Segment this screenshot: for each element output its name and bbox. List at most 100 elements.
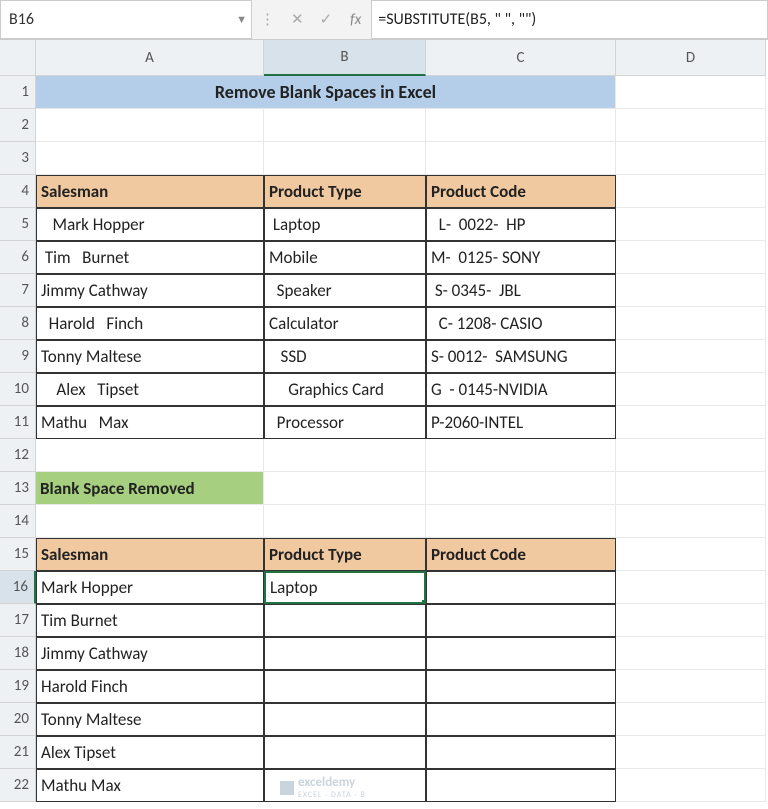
- table-cell[interactable]: Tonny Maltese: [36, 340, 264, 373]
- cell[interactable]: [616, 439, 766, 472]
- row-header[interactable]: 2: [0, 109, 36, 142]
- table-cell[interactable]: Mobile: [264, 241, 426, 274]
- cell[interactable]: [616, 637, 766, 670]
- cell[interactable]: [616, 307, 766, 340]
- table-cell[interactable]: S- 0345- JBL: [426, 274, 616, 307]
- table-cell[interactable]: [426, 670, 616, 703]
- table2-header[interactable]: Product Type: [264, 538, 426, 571]
- cell[interactable]: [616, 373, 766, 406]
- table-cell[interactable]: Tim Burnet: [36, 604, 264, 637]
- cell[interactable]: [616, 175, 766, 208]
- fill-handle[interactable]: [421, 599, 426, 604]
- table-cell[interactable]: Alex Tipset: [36, 373, 264, 406]
- row-header[interactable]: 5: [0, 208, 36, 241]
- table-cell[interactable]: [264, 703, 426, 736]
- cell[interactable]: [36, 439, 264, 472]
- cell[interactable]: [616, 109, 766, 142]
- table-cell[interactable]: S- 0012- SAMSUNG: [426, 340, 616, 373]
- cell[interactable]: [264, 505, 426, 538]
- table-cell[interactable]: Harold Finch: [36, 307, 264, 340]
- name-box[interactable]: B16 ▼: [0, 0, 252, 39]
- row-header[interactable]: 6: [0, 241, 36, 274]
- fx-icon[interactable]: fx: [340, 11, 371, 29]
- row-header[interactable]: 10: [0, 373, 36, 406]
- row-header[interactable]: 4: [0, 175, 36, 208]
- cell[interactable]: [616, 670, 766, 703]
- table-cell[interactable]: [264, 637, 426, 670]
- table-cell[interactable]: Tonny Maltese: [36, 703, 264, 736]
- col-header-D[interactable]: D: [616, 40, 766, 76]
- cell[interactable]: [264, 439, 426, 472]
- title-cell[interactable]: Remove Blank Spaces in Excel: [36, 76, 616, 109]
- cell[interactable]: [264, 142, 426, 175]
- cell[interactable]: [616, 274, 766, 307]
- cell[interactable]: [426, 109, 616, 142]
- row-header[interactable]: 7: [0, 274, 36, 307]
- table-cell[interactable]: Alex Tipset: [36, 736, 264, 769]
- table-cell[interactable]: L- 0022- HP: [426, 208, 616, 241]
- cell[interactable]: [36, 142, 264, 175]
- table-cell[interactable]: [426, 637, 616, 670]
- cell[interactable]: [616, 406, 766, 439]
- row-header[interactable]: 1: [0, 76, 36, 109]
- row-header[interactable]: 14: [0, 505, 36, 538]
- table-cell[interactable]: [264, 604, 426, 637]
- table1-header[interactable]: Product Code: [426, 175, 616, 208]
- table-cell[interactable]: P-2060-INTEL: [426, 406, 616, 439]
- selected-cell[interactable]: Laptop: [264, 571, 426, 604]
- col-header-B[interactable]: B: [264, 40, 426, 76]
- cell[interactable]: [616, 505, 766, 538]
- table-cell[interactable]: Speaker: [264, 274, 426, 307]
- table-cell[interactable]: [264, 670, 426, 703]
- cell[interactable]: [616, 142, 766, 175]
- table-cell[interactable]: Jimmy Cathway: [36, 637, 264, 670]
- cell[interactable]: [36, 505, 264, 538]
- table-cell[interactable]: SSD: [264, 340, 426, 373]
- table-cell[interactable]: [426, 604, 616, 637]
- table-cell[interactable]: [264, 736, 426, 769]
- row-header[interactable]: 3: [0, 142, 36, 175]
- cell[interactable]: [616, 736, 766, 769]
- row-header[interactable]: 11: [0, 406, 36, 439]
- row-header[interactable]: 13: [0, 472, 36, 505]
- cell[interactable]: [616, 241, 766, 274]
- table-cell[interactable]: [426, 769, 616, 802]
- cell[interactable]: [616, 769, 766, 802]
- select-all-corner[interactable]: [0, 40, 36, 76]
- table-cell[interactable]: M- 0125- SONY: [426, 241, 616, 274]
- cell[interactable]: [616, 571, 766, 604]
- col-header-C[interactable]: C: [426, 40, 616, 76]
- row-header[interactable]: 20: [0, 703, 36, 736]
- table2-header[interactable]: Salesman: [36, 538, 264, 571]
- table-cell[interactable]: Mathu Max: [36, 769, 264, 802]
- table-cell[interactable]: C- 1208- CASIO: [426, 307, 616, 340]
- table-cell[interactable]: Mark Hopper: [36, 208, 264, 241]
- table-cell[interactable]: Graphics Card: [264, 373, 426, 406]
- cancel-icon[interactable]: ✕: [291, 10, 304, 29]
- row-header[interactable]: 15: [0, 538, 36, 571]
- row-header[interactable]: 9: [0, 340, 36, 373]
- cell[interactable]: [616, 703, 766, 736]
- cell[interactable]: [616, 604, 766, 637]
- table-cell[interactable]: Mark Hopper: [36, 571, 264, 604]
- row-header[interactable]: 21: [0, 736, 36, 769]
- table-cell[interactable]: Jimmy Cathway: [36, 274, 264, 307]
- table-cell[interactable]: Calculator: [264, 307, 426, 340]
- row-header[interactable]: 16: [0, 571, 36, 604]
- table-cell[interactable]: [426, 571, 616, 604]
- table-cell[interactable]: Mathu Max: [36, 406, 264, 439]
- cell[interactable]: [426, 142, 616, 175]
- row-header[interactable]: 22: [0, 769, 36, 802]
- table-cell[interactable]: [426, 703, 616, 736]
- cell[interactable]: [616, 208, 766, 241]
- name-box-dropdown-icon[interactable]: ▼: [236, 13, 247, 26]
- cell[interactable]: [426, 472, 616, 505]
- table-cell[interactable]: Processor: [264, 406, 426, 439]
- cell[interactable]: [616, 472, 766, 505]
- row-header[interactable]: 19: [0, 670, 36, 703]
- table2-header[interactable]: Product Code: [426, 538, 616, 571]
- table1-header[interactable]: Salesman: [36, 175, 264, 208]
- table-cell[interactable]: G - 0145-NVIDIA: [426, 373, 616, 406]
- table-cell[interactable]: Laptop: [264, 208, 426, 241]
- formula-input[interactable]: =SUBSTITUTE(B5, " ", ""): [371, 0, 768, 39]
